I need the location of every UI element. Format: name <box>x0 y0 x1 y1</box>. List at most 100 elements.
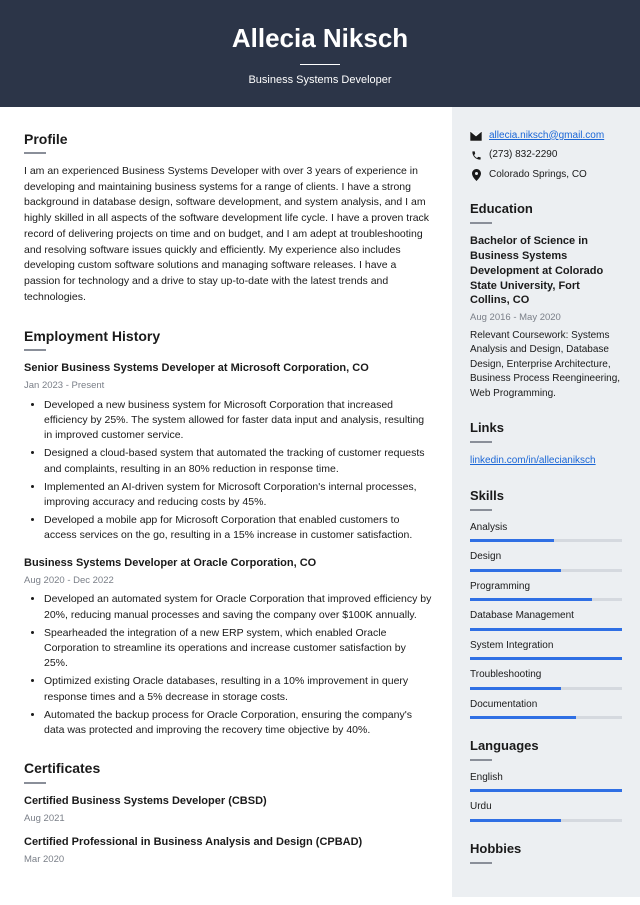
certificates-section: Certificates Certified Business Systems … <box>24 758 432 867</box>
skill: Analysis <box>470 521 622 543</box>
skill-name: Programming <box>470 580 622 595</box>
hobbies-section: Hobbies <box>470 840 622 864</box>
contact-location: Colorado Springs, CO <box>489 168 587 183</box>
job-title: Senior Business Systems Developer at Mic… <box>24 361 432 377</box>
language-name: English <box>470 771 622 786</box>
skill-fill <box>470 657 622 660</box>
skill-fill <box>470 539 554 542</box>
job-bullet: Developed a new business system for Micr… <box>44 398 432 444</box>
job-bullets: Developed an automated system for Oracle… <box>24 592 432 738</box>
skill-bar <box>470 716 622 719</box>
section-rule <box>24 782 46 784</box>
skill: Documentation <box>470 698 622 720</box>
hobbies-heading: Hobbies <box>470 840 622 859</box>
certificates-heading: Certificates <box>24 758 432 778</box>
skill-name: Analysis <box>470 521 622 536</box>
language-bar <box>470 819 622 822</box>
skill-bar <box>470 539 622 542</box>
profile-text: I am an experienced Business Systems Dev… <box>24 164 432 306</box>
skill-fill <box>470 598 592 601</box>
education-heading: Education <box>470 200 622 219</box>
skill-bar <box>470 657 622 660</box>
section-rule <box>470 509 492 511</box>
education-degree: Bachelor of Science in Business Systems … <box>470 234 622 308</box>
skill-bar <box>470 628 622 631</box>
job-bullets: Developed a new business system for Micr… <box>24 398 432 544</box>
education-section: Education Bachelor of Science in Busines… <box>470 200 622 401</box>
job-bullet: Optimized existing Oracle databases, res… <box>44 674 432 704</box>
contact-location-row: Colorado Springs, CO <box>470 168 622 183</box>
job-dates: Aug 2020 - Dec 2022 <box>24 574 432 588</box>
skill-bar <box>470 687 622 690</box>
header-underline <box>300 64 340 65</box>
contact-phone-row: (273) 832-2290 <box>470 148 622 163</box>
link-item[interactable]: linkedin.com/in/allecianiksch <box>470 455 596 466</box>
skills-heading: Skills <box>470 487 622 506</box>
body: Profile I am an experienced Business Sys… <box>0 107 640 897</box>
contact-email-row: allecia.niksch@gmail.com <box>470 129 622 144</box>
skill-name: Design <box>470 550 622 565</box>
job: Business Systems Developer at Oracle Cor… <box>24 556 432 739</box>
email-icon <box>470 131 482 141</box>
person-title: Business Systems Developer <box>0 73 640 89</box>
skill-fill <box>470 716 576 719</box>
employment-section: Employment History Senior Business Syste… <box>24 326 432 739</box>
education-text: Relevant Coursework: Systems Analysis an… <box>470 329 622 402</box>
links-heading: Links <box>470 419 622 438</box>
contact-section: allecia.niksch@gmail.com (273) 832-2290 … <box>470 129 622 183</box>
job-bullet: Developed a mobile app for Microsoft Cor… <box>44 513 432 543</box>
job-bullet: Designed a cloud-based system that autom… <box>44 446 432 476</box>
skill-name: Database Management <box>470 609 622 624</box>
profile-section: Profile I am an experienced Business Sys… <box>24 129 432 306</box>
skill-fill <box>470 569 561 572</box>
skills-section: Skills Analysis Design Programming Database… <box>470 487 622 719</box>
skill: Troubleshooting <box>470 668 622 690</box>
person-name: Allecia Niksch <box>0 20 640 58</box>
language-name: Urdu <box>470 800 622 815</box>
skill-bar <box>470 598 622 601</box>
education-dates: Aug 2016 - May 2020 <box>470 311 622 325</box>
job-dates: Jan 2023 - Present <box>24 379 432 393</box>
job-bullet: Implemented an AI-driven system for Micr… <box>44 480 432 510</box>
location-icon <box>470 169 482 181</box>
section-rule <box>24 152 46 154</box>
language-fill <box>470 819 561 822</box>
language-bar <box>470 789 622 792</box>
profile-heading: Profile <box>24 129 432 149</box>
language: English <box>470 771 622 793</box>
skill-fill <box>470 687 561 690</box>
section-rule <box>470 441 492 443</box>
job-bullet: Automated the backup process for Oracle … <box>44 708 432 738</box>
job: Senior Business Systems Developer at Mic… <box>24 361 432 544</box>
links-section: Links linkedin.com/in/allecianiksch <box>470 419 622 468</box>
skill: Database Management <box>470 609 622 631</box>
skill-bar <box>470 569 622 572</box>
skill-name: System Integration <box>470 639 622 654</box>
language-fill <box>470 789 622 792</box>
languages-section: Languages English Urdu <box>470 737 622 822</box>
contact-phone: (273) 832-2290 <box>489 148 557 163</box>
skill: Programming <box>470 580 622 602</box>
language: Urdu <box>470 800 622 822</box>
employment-heading: Employment History <box>24 326 432 346</box>
certificate-title: Certified Business Systems Developer (CB… <box>24 794 432 810</box>
contact-email[interactable]: allecia.niksch@gmail.com <box>489 129 604 144</box>
main-column: Profile I am an experienced Business Sys… <box>0 107 452 897</box>
skill: System Integration <box>470 639 622 661</box>
job-title: Business Systems Developer at Oracle Cor… <box>24 556 432 572</box>
section-rule <box>24 349 46 351</box>
languages-heading: Languages <box>470 737 622 756</box>
certificate-date: Mar 2020 <box>24 853 432 867</box>
certificate-date: Aug 2021 <box>24 812 432 826</box>
section-rule <box>470 862 492 864</box>
certificate-title: Certified Professional in Business Analy… <box>24 835 432 851</box>
header: Allecia Niksch Business Systems Develope… <box>0 0 640 107</box>
section-rule <box>470 222 492 224</box>
sidebar: allecia.niksch@gmail.com (273) 832-2290 … <box>452 107 640 897</box>
skill-fill <box>470 628 622 631</box>
skill-name: Documentation <box>470 698 622 713</box>
section-rule <box>470 759 492 761</box>
skill: Design <box>470 550 622 572</box>
phone-icon <box>470 150 482 161</box>
job-bullet: Spearheaded the integration of a new ERP… <box>44 626 432 672</box>
